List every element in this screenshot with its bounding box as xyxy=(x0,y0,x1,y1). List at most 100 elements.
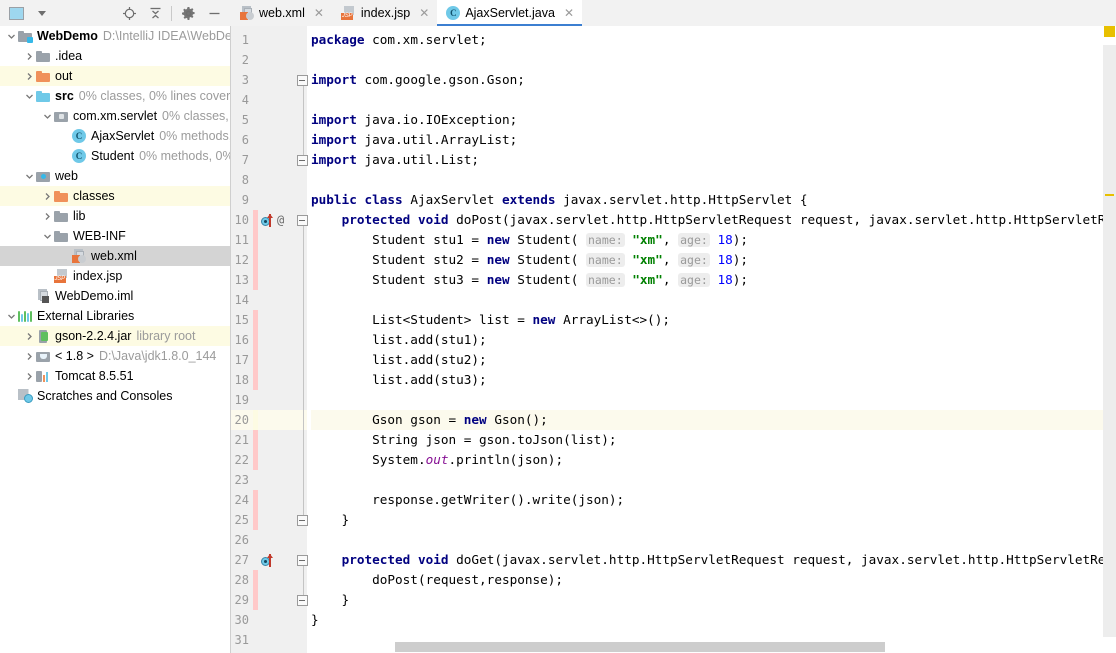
fold-collapse-icon[interactable] xyxy=(297,555,308,566)
libraries-icon xyxy=(18,310,32,322)
vcs-change-marker[interactable] xyxy=(253,490,258,510)
tree-item-label: web.xml xyxy=(91,249,137,263)
chevron-right-icon[interactable] xyxy=(24,351,35,362)
minimize-icon[interactable] xyxy=(201,0,227,26)
tree-item-label: WebDemo.iml xyxy=(55,289,134,303)
tree-item-scratches-and-consoles[interactable]: Scratches and Consoles xyxy=(0,386,230,406)
annotation-icon[interactable]: @ xyxy=(277,213,284,227)
fold-collapse-icon[interactable] xyxy=(297,75,308,86)
chevron-right-icon[interactable] xyxy=(24,51,35,62)
fold-end-icon[interactable] xyxy=(297,595,308,606)
fold-region-line xyxy=(303,80,304,156)
tree-item-student[interactable]: C Student 0% methods, 0% xyxy=(0,146,230,166)
chevron-down-icon[interactable] xyxy=(6,311,17,322)
code-line: public class AjaxServlet extends javax.s… xyxy=(311,192,808,207)
fold-collapse-icon[interactable] xyxy=(297,215,308,226)
vcs-change-marker[interactable] xyxy=(253,330,258,350)
editor-gutter[interactable]: 1 2 3 4 5 6 7 8 9 10 11 12 13 14 15 16 17 18 19 20 21 22 23 24 2… xyxy=(231,26,307,653)
editor-tab-index-jsp[interactable]: JSP index.jsp ✕ xyxy=(332,0,437,26)
chevron-right-icon[interactable] xyxy=(24,71,35,82)
tree-item-label: out xyxy=(55,69,73,83)
horizontal-scrollbar-thumb[interactable] xyxy=(395,642,885,652)
gear-icon[interactable] xyxy=(175,0,201,26)
tree-item-external-libraries[interactable]: External Libraries xyxy=(0,306,230,326)
vcs-change-marker[interactable] xyxy=(253,570,258,590)
chevron-down-icon[interactable] xyxy=(6,31,17,42)
line-number: 17 xyxy=(234,353,249,367)
vcs-change-marker[interactable] xyxy=(253,430,258,450)
tomcat-icon xyxy=(36,370,50,382)
tree-item--idea[interactable]: .idea xyxy=(0,46,230,66)
chevron-down-icon[interactable] xyxy=(24,171,35,182)
vcs-change-marker[interactable] xyxy=(253,230,258,250)
gutter-marker-group[interactable]: @ xyxy=(261,210,301,230)
editor-marker-gutter[interactable] xyxy=(1103,26,1116,653)
tree-item-com-xm-servlet[interactable]: com.xm.servlet 0% classes, 0 xyxy=(0,106,230,126)
gutter-marker-group[interactable] xyxy=(261,550,301,570)
vcs-change-marker[interactable] xyxy=(253,590,258,610)
collapse-all-icon[interactable] xyxy=(142,0,168,26)
override-method-icon[interactable] xyxy=(261,213,274,227)
editor-tab-web-xml[interactable]: web.xml ✕ xyxy=(231,0,332,26)
chevron-right-icon[interactable] xyxy=(24,331,35,342)
line-number: 3 xyxy=(241,73,249,87)
tree-item-src[interactable]: src 0% classes, 0% lines covered xyxy=(0,86,230,106)
tree-item-web[interactable]: web xyxy=(0,166,230,186)
vertical-scrollbar-track[interactable] xyxy=(1103,45,1116,637)
line-number: 29 xyxy=(234,593,249,607)
tree-item-classes[interactable]: classes xyxy=(0,186,230,206)
warning-summary-marker[interactable] xyxy=(1104,26,1115,37)
vcs-change-marker[interactable] xyxy=(253,310,258,330)
chevron-right-icon[interactable] xyxy=(42,191,53,202)
fold-end-icon[interactable] xyxy=(297,155,308,166)
tree-item-detail: 0% methods, xyxy=(159,129,231,143)
code-folding-column[interactable] xyxy=(297,26,311,653)
vcs-change-marker[interactable] xyxy=(253,410,258,430)
vcs-change-marker[interactable] xyxy=(253,250,258,270)
vcs-change-marker[interactable] xyxy=(253,510,258,530)
chevron-down-icon[interactable] xyxy=(42,111,53,122)
inlay-hint: age: xyxy=(678,253,710,267)
close-icon[interactable]: ✕ xyxy=(564,7,574,19)
locate-icon[interactable] xyxy=(116,0,142,26)
vcs-change-marker[interactable] xyxy=(253,350,258,370)
fold-end-icon[interactable] xyxy=(297,515,308,526)
chevron-down-icon[interactable] xyxy=(38,10,46,16)
tree-item-web-inf[interactable]: WEB-INF xyxy=(0,226,230,246)
tree-item-tomcat-8-5-51[interactable]: Tomcat 8.5.51 xyxy=(0,366,230,386)
chevron-down-icon[interactable] xyxy=(24,91,35,102)
editor-tab-ajaxservlet-java[interactable]: C AjaxServlet.java ✕ xyxy=(437,0,582,26)
vcs-change-marker[interactable] xyxy=(253,450,258,470)
chevron-right-icon[interactable] xyxy=(24,371,35,382)
tree-item-gson-2-2-4-jar[interactable]: gson-2.2.4.jar library root xyxy=(0,326,230,346)
vcs-change-marker[interactable] xyxy=(253,270,258,290)
tree-item-webdemo[interactable]: WebDemo D:\IntelliJ IDEA\WebDem xyxy=(0,26,230,46)
tree-item-lib[interactable]: lib xyxy=(0,206,230,226)
code-editor[interactable]: 1 2 3 4 5 6 7 8 9 10 11 12 13 14 15 16 17 18 19 20 21 22 23 24 2… xyxy=(231,26,1116,653)
vcs-change-marker[interactable] xyxy=(253,370,258,390)
vcs-change-marker[interactable] xyxy=(253,210,258,230)
close-icon[interactable]: ✕ xyxy=(314,7,324,19)
close-icon[interactable]: ✕ xyxy=(419,7,429,19)
chevron-down-icon[interactable] xyxy=(42,231,53,242)
horizontal-scrollbar-track[interactable] xyxy=(311,640,1103,653)
tree-item-webdemo-iml[interactable]: WebDemo.iml xyxy=(0,286,230,306)
chevron-right-icon[interactable] xyxy=(42,211,53,222)
project-tree[interactable]: WebDemo D:\IntelliJ IDEA\WebDem .idea out sr… xyxy=(0,26,231,653)
line-number: 6 xyxy=(241,133,249,147)
module-folder-icon xyxy=(18,30,33,43)
override-method-icon[interactable] xyxy=(261,553,274,567)
iml-file-icon xyxy=(36,289,50,303)
line-number: 30 xyxy=(234,613,249,627)
tree-item-index-jsp[interactable]: JSP index.jsp xyxy=(0,266,230,286)
project-view-selector[interactable] xyxy=(0,0,46,26)
tree-item-out[interactable]: out xyxy=(0,66,230,86)
tree-item-ajaxservlet[interactable]: C AjaxServlet 0% methods, xyxy=(0,126,230,146)
code-text-area[interactable]: package com.xm.servlet; import com.google… xyxy=(311,26,1116,653)
warning-stripe-marker[interactable] xyxy=(1105,194,1114,196)
tree-item-web-xml[interactable]: web.xml xyxy=(0,246,230,266)
line-number: 19 xyxy=(234,393,249,407)
tree-item---1-8--[interactable]: < 1.8 > D:\Java\jdk1.8.0_144 xyxy=(0,346,230,366)
